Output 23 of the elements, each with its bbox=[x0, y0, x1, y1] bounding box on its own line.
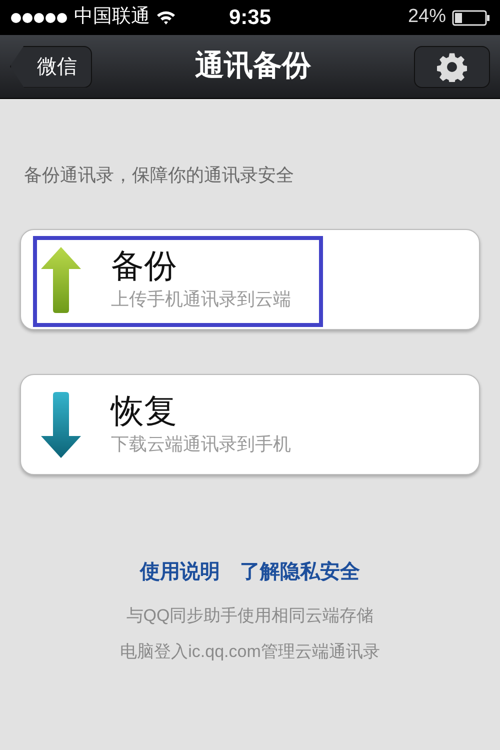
action-subtitle: 上传手机通讯录到云端 bbox=[111, 288, 291, 311]
help-link[interactable]: 了解隐私安全 bbox=[240, 557, 360, 587]
signal-icon bbox=[10, 12, 68, 24]
status-time: 9:35 bbox=[228, 4, 272, 31]
action-title: 恢复 bbox=[111, 391, 178, 431]
battery-percent: 24% bbox=[408, 5, 446, 30]
action-subtitle: 下载云端通讯录到手机 bbox=[111, 433, 291, 456]
note-text: 电脑登入ic.qq.com管理云端通讯录 bbox=[120, 640, 380, 662]
carrier-name: 中国联通 bbox=[74, 5, 150, 30]
battery-icon bbox=[452, 10, 490, 26]
note-text: 与QQ同步助手使用相同云端存储 bbox=[126, 605, 374, 627]
action-card[interactable]: 备份 上传手机通讯录到云端 bbox=[20, 229, 480, 330]
action-title: 备份 bbox=[111, 246, 178, 286]
down-arrow-icon bbox=[41, 392, 81, 458]
up-arrow-icon bbox=[41, 246, 81, 312]
settings-icon bbox=[437, 52, 467, 82]
back-button[interactable]: 微信 bbox=[10, 46, 92, 88]
help-link[interactable]: 使用说明 bbox=[140, 557, 220, 587]
description-text: 备份通讯录，保障你的通讯录安全 bbox=[24, 164, 295, 187]
wifi-icon bbox=[156, 10, 176, 25]
action-card[interactable]: 恢复 下载云端通讯录到手机 bbox=[20, 374, 480, 475]
nav-title: 通讯备份 bbox=[194, 48, 312, 84]
settings-button[interactable] bbox=[414, 46, 490, 88]
